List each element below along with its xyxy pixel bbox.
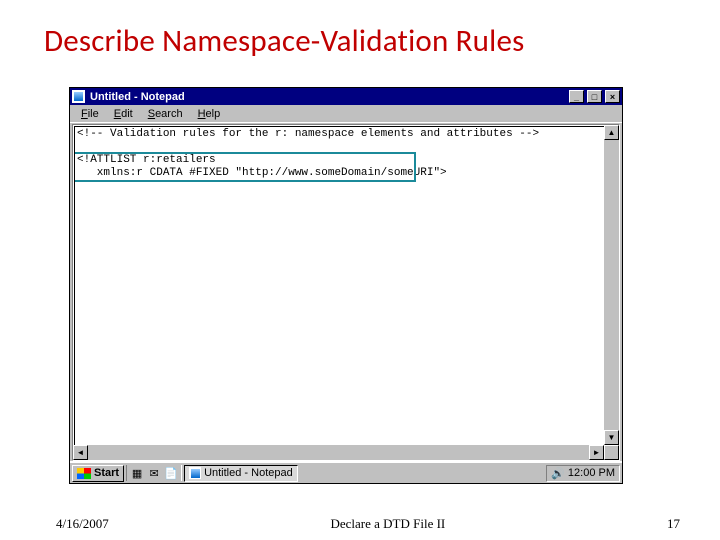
quick-launch-item-3[interactable]: 📄 xyxy=(163,465,179,481)
minimize-button[interactable]: _ xyxy=(569,90,584,103)
menu-search[interactable]: Search xyxy=(141,107,190,121)
scroll-up-button[interactable]: ▲ xyxy=(604,125,619,140)
scrollbar-corner xyxy=(604,445,619,460)
taskbar-item-label: Untitled - Notepad xyxy=(204,467,293,479)
tray-speaker-icon[interactable]: 🔊 xyxy=(551,467,565,480)
menu-help[interactable]: Help xyxy=(191,107,228,121)
footer-title: Declare a DTD File II xyxy=(330,516,445,532)
maximize-button[interactable]: □ xyxy=(587,90,602,103)
titlebar[interactable]: Untitled - Notepad _ □ × xyxy=(70,88,622,105)
code-line-3: <!ATTLIST r:retailers xyxy=(77,154,216,166)
scroll-right-button[interactable]: ► xyxy=(589,445,604,460)
notepad-icon xyxy=(189,467,201,479)
scroll-left-button[interactable]: ◄ xyxy=(73,445,88,460)
windows-icon xyxy=(77,468,91,479)
editor-area: <!-- Validation rules for the r: namespa… xyxy=(72,124,620,461)
code-line-1: <!-- Validation rules for the r: namespa… xyxy=(77,128,539,140)
notepad-icon xyxy=(72,90,85,103)
vertical-scrollbar[interactable]: ▲ ▼ xyxy=(604,125,619,445)
start-button[interactable]: Start xyxy=(72,465,124,482)
quick-launch: ▦ ✉ 📄 xyxy=(126,465,182,481)
slide-footer: 4/16/2007 Declare a DTD File II 17 xyxy=(0,516,720,532)
close-button[interactable]: × xyxy=(605,90,620,103)
scroll-down-button[interactable]: ▼ xyxy=(604,430,619,445)
horizontal-scrollbar[interactable]: ◄ ► xyxy=(73,445,604,460)
menubar: File Edit Search Help xyxy=(70,105,622,123)
taskbar: Start ▦ ✉ 📄 Untitled - Notepad 🔊 12:00 P… xyxy=(70,461,622,483)
notepad-window: Untitled - Notepad _ □ × File Edit Searc… xyxy=(69,87,623,484)
editor-content[interactable]: <!-- Validation rules for the r: namespa… xyxy=(75,127,618,181)
system-tray[interactable]: 🔊 12:00 PM xyxy=(546,465,620,482)
menu-edit[interactable]: Edit xyxy=(107,107,140,121)
quick-launch-item-1[interactable]: ▦ xyxy=(129,465,145,481)
start-label: Start xyxy=(94,467,119,479)
footer-date: 4/16/2007 xyxy=(56,516,109,532)
menu-file[interactable]: File xyxy=(74,107,106,121)
window-title: Untitled - Notepad xyxy=(88,91,566,103)
slide-title: Describe Namespace-Validation Rules xyxy=(0,0,720,68)
quick-launch-item-2[interactable]: ✉ xyxy=(146,465,162,481)
tray-clock: 12:00 PM xyxy=(568,467,615,479)
footer-page-number: 17 xyxy=(667,516,680,532)
taskbar-item-notepad[interactable]: Untitled - Notepad xyxy=(184,465,298,482)
code-line-4: xmlns:r CDATA #FIXED "http://www.someDom… xyxy=(77,167,447,179)
